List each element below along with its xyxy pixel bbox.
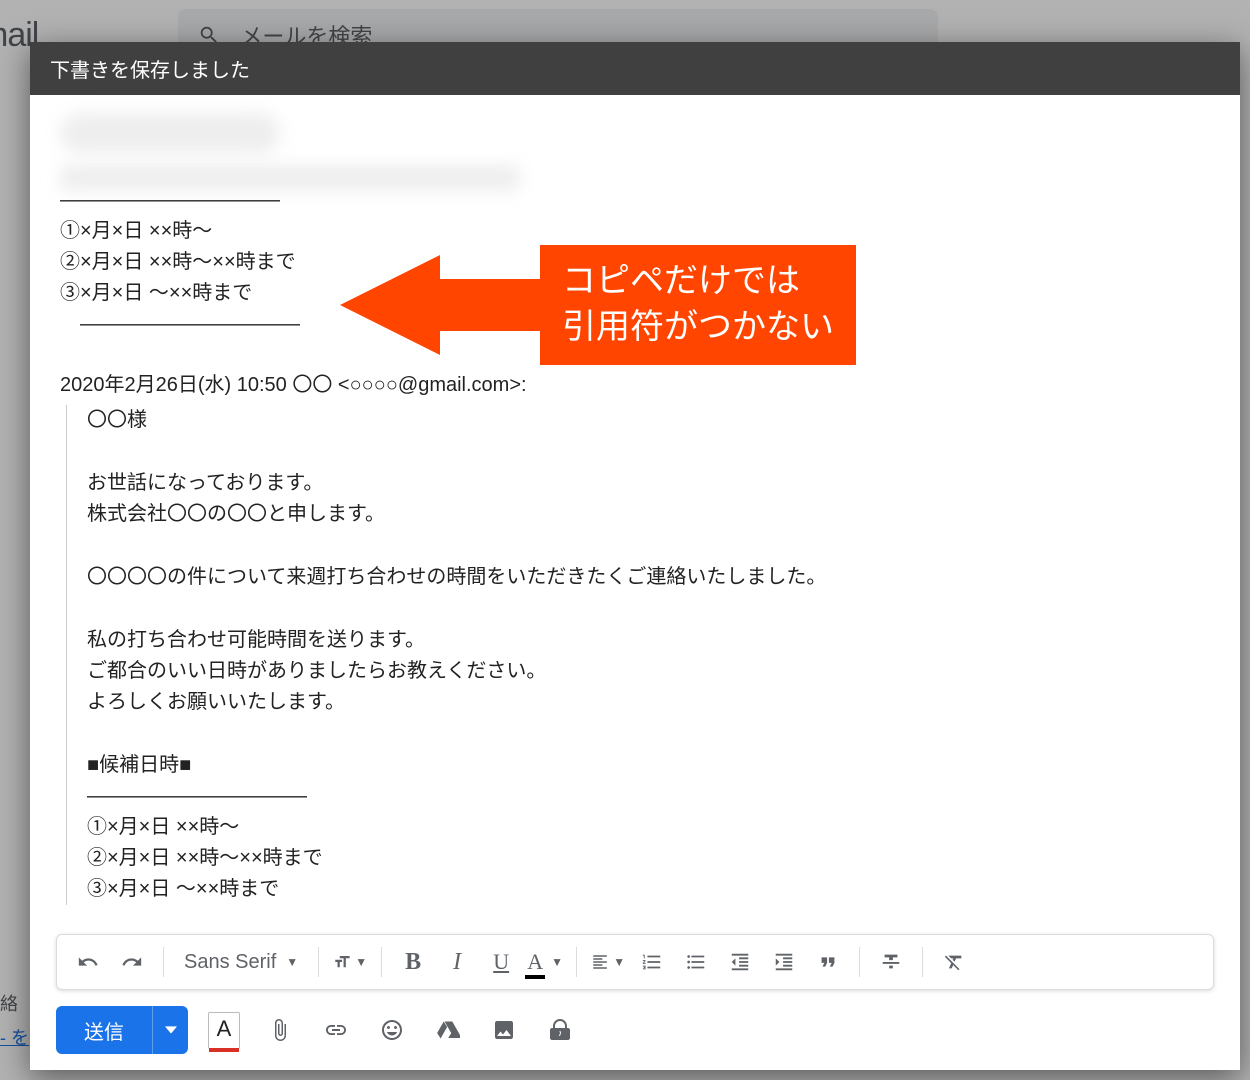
format-toolbar: Sans Serif ▼ ▼ B I U A▼ ▼ [56,934,1214,990]
body-separator-top: ――――――――――― [60,185,1210,216]
quoted-line: 〇〇様 [87,405,1210,436]
confidential-mode-button[interactable] [540,1010,580,1050]
indent-more-button[interactable] [767,945,801,979]
send-more-button[interactable] [152,1006,188,1054]
quoted-line: よろしくお願いいたします。 [87,687,1210,718]
quoted-line: 私の打ち合わせ可能時間を送ります。 [87,625,1210,656]
send-button-group: 送信 [56,1006,188,1054]
strikethrough-button[interactable] [874,945,908,979]
quoted-line: ご都合のいい日時がありましたらお教えください。 [87,656,1210,687]
underline-button[interactable]: U [484,945,518,979]
quoted-line: ③×月×日 ～××時まで [87,874,1210,905]
insert-photo-button[interactable] [484,1010,524,1050]
body-line-1: ①×月×日 ××時～ [60,216,1210,247]
quote-attribution: 2020年2月26日(水) 10:50 〇〇 <○○○○@gmail.com>: [60,370,1210,401]
undo-button[interactable] [71,945,105,979]
compose-window: 下書きを保存しました ――――――――――― ①×月×日 ××時～ ②×月×日 … [30,42,1240,1070]
text-color-button[interactable]: A▼ [528,945,562,979]
quoted-line: ①×月×日 ××時～ [87,812,1210,843]
numbered-list-button[interactable] [635,945,669,979]
clear-formatting-button[interactable] [937,945,971,979]
quoted-line: ――――――――――― [87,781,1210,812]
quoted-line: ②×月×日 ××時～××時まで [87,843,1210,874]
chevron-down-icon: ▼ [613,955,625,969]
font-size-button[interactable]: ▼ [333,945,367,979]
quoted-block: 〇〇様 お世話になっております。 株式会社〇〇の〇〇と申します。 〇〇〇〇の件に… [66,405,1210,905]
arrow-head-icon [340,255,440,355]
insert-link-button[interactable] [316,1010,356,1050]
annotation-label: コピペだけでは 引用符がつかない [540,245,856,365]
quoted-line: お世話になっております。 [87,468,1210,499]
redo-button[interactable] [115,945,149,979]
quoted-line: 〇〇〇〇の件について来週打ち合わせの時間をいただきたくご連絡いたしました。 [87,562,1210,593]
insert-emoji-button[interactable] [372,1010,412,1050]
quoted-line: 株式会社〇〇の〇〇と申します。 [87,499,1210,530]
italic-button[interactable]: I [440,945,474,979]
send-button[interactable]: 送信 [56,1006,152,1054]
align-button[interactable]: ▼ [591,945,625,979]
quoted-line: ■候補日時■ [87,750,1210,781]
quote-button[interactable] [811,945,845,979]
insert-drive-button[interactable] [428,1010,468,1050]
annotation-callout: コピペだけでは 引用符がつかない [340,245,856,365]
chevron-down-icon: ▼ [551,955,563,969]
font-family-selector[interactable]: Sans Serif ▼ [178,951,304,974]
compose-recipients-area[interactable] [30,95,1240,175]
recipient-chip-blurred [60,113,280,153]
font-family-label: Sans Serif [184,951,276,974]
bulleted-list-button[interactable] [679,945,713,979]
indent-less-button[interactable] [723,945,757,979]
compose-body[interactable]: ――――――――――― ①×月×日 ××時～ ②×月×日 ××時～××時まで ③… [30,175,1240,934]
chevron-down-icon: ▼ [355,955,367,969]
attach-file-button[interactable] [260,1010,300,1050]
chevron-down-icon: ▼ [286,955,298,969]
bold-button[interactable]: B [396,945,430,979]
arrow-shaft [440,279,540,331]
compose-header-status[interactable]: 下書きを保存しました [30,42,1240,95]
compose-action-bar: 送信 A [30,990,1240,1070]
formatting-options-button[interactable]: A [204,1010,244,1050]
